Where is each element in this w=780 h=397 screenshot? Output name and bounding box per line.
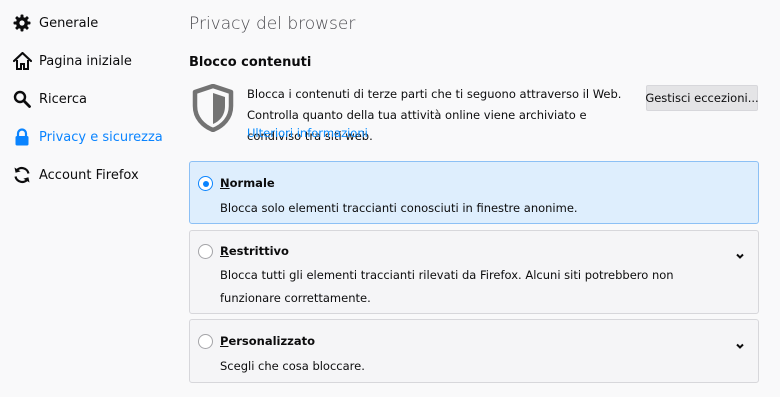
radio-restrictive[interactable] [198,244,213,259]
sidebar-item-label: Generale [39,15,99,31]
page-title: Privacy del browser [189,14,356,34]
option-description: Blocca tutti gli elementi traccianti ril… [220,268,674,305]
learn-more-link[interactable]: Ulteriori informazioni [247,126,368,140]
sidebar-item-ricerca[interactable]: Ricerca [12,84,170,114]
sidebar-item-generale[interactable]: Generale [12,8,170,38]
gear-icon [12,13,32,33]
option-title-rest: estrittivo [228,244,289,258]
lock-icon [12,127,32,147]
section-title: Blocco contenuti [189,55,312,70]
option-normal[interactable]: Normale Blocca solo elementi traccianti … [189,161,759,224]
option-custom[interactable]: Personalizzato Scegli che cosa bloccare. [189,319,759,383]
option-description: Blocca solo elementi traccianti conosciu… [220,201,578,215]
sync-icon [12,165,32,185]
option-title: Normale [220,176,275,190]
sidebar-item-privacy[interactable]: Privacy e sicurezza [12,122,170,152]
sidebar-item-pagina-iniziale[interactable]: Pagina iniziale [12,46,170,76]
option-title-rest: ersonalizzato [228,334,316,348]
option-title: Personalizzato [220,334,315,348]
search-icon [12,89,32,109]
radio-custom[interactable] [198,334,213,349]
option-description: Scegli che cosa bloccare. [220,359,365,373]
sidebar-item-label: Ricerca [39,91,87,107]
manage-exceptions-button[interactable]: Gestisci eccezioni... [645,85,759,111]
option-title-accesskey: N [220,176,230,190]
sidebar-item-account-firefox[interactable]: Account Firefox [12,160,170,190]
option-title-accesskey: R [220,244,229,258]
radio-normal[interactable] [198,176,213,191]
shield-icon [192,83,234,133]
chevron-down-icon[interactable] [735,335,745,349]
option-title: Restrittivo [220,244,289,258]
sidebar: Generale Pagina iniziale Ricerca Privacy [0,0,170,397]
chevron-down-icon[interactable] [735,245,745,259]
sidebar-item-label: Pagina iniziale [39,53,132,69]
sidebar-item-label: Account Firefox [39,167,139,183]
home-icon [12,51,32,71]
sidebar-item-label: Privacy e sicurezza [39,129,163,145]
option-restrictive[interactable]: Restrittivo Blocca tutti gli elementi tr… [189,230,759,314]
option-title-rest: ormale [229,176,275,190]
